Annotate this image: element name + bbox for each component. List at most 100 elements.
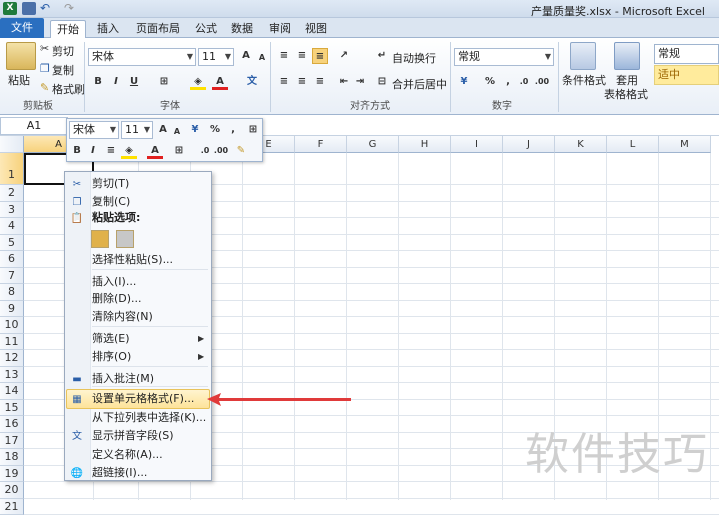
redo-icon[interactable]: ↷ — [64, 1, 74, 15]
align-middle-icon[interactable]: ≡ — [294, 48, 310, 64]
phonetic-icon[interactable]: 文 — [244, 74, 260, 90]
tab-file[interactable]: 文件 — [0, 18, 44, 38]
mini-format-table-icon[interactable]: ⊞ — [245, 122, 261, 138]
select-all-corner[interactable] — [0, 136, 24, 153]
name-box[interactable]: A1 — [0, 117, 68, 135]
mini-comma-icon[interactable]: , — [225, 122, 241, 138]
conditional-format-icon[interactable] — [570, 42, 596, 70]
paste-button[interactable]: 粘贴 — [8, 72, 30, 88]
currency-icon[interactable]: ¥ — [456, 74, 472, 90]
mini-font-combo[interactable]: 宋体▼ — [69, 121, 119, 139]
mini-align-center-icon[interactable]: ≡ — [103, 143, 119, 159]
paste-icon[interactable] — [6, 42, 36, 70]
row-header-17[interactable]: 17 — [0, 433, 24, 450]
percent-icon[interactable]: % — [482, 74, 498, 90]
tab-insert[interactable]: 插入 — [90, 20, 126, 38]
row-header-12[interactable]: 12 — [0, 350, 24, 367]
mini-percent-icon[interactable]: % — [207, 122, 223, 138]
row-header-4[interactable]: 4 — [0, 218, 24, 235]
row-header-5[interactable]: 5 — [0, 235, 24, 252]
decrease-decimal-icon[interactable]: .00 — [534, 74, 550, 90]
format-as-table-label-2[interactable]: 表格格式 — [604, 86, 648, 102]
menu-pick-from-list[interactable]: 从下拉列表中选择(K)... — [92, 409, 206, 427]
column-header-i[interactable]: I — [451, 136, 503, 153]
italic-icon[interactable]: I — [108, 74, 124, 90]
merge-center-icon[interactable]: ⊟ — [374, 74, 390, 90]
merge-center-button[interactable]: 合并后居中 — [392, 76, 447, 92]
row-header-20[interactable]: 20 — [0, 482, 24, 499]
number-format-combo[interactable]: 常规▼ — [454, 48, 554, 66]
copy-icon[interactable]: ❐ — [40, 62, 50, 75]
font-name-combo[interactable]: 宋体▼ — [88, 48, 196, 66]
column-header-l[interactable]: L — [607, 136, 659, 153]
row-header-6[interactable]: 6 — [0, 251, 24, 268]
tab-data[interactable]: 数据 — [224, 20, 260, 38]
column-header-f[interactable]: F — [295, 136, 347, 153]
decrease-indent-icon[interactable]: ⇤ — [336, 74, 352, 90]
mini-decrease-decimal-icon[interactable]: .00 — [213, 143, 229, 159]
copy-button[interactable]: 复制 — [52, 62, 74, 78]
align-bottom-icon[interactable]: ≡ — [312, 48, 328, 64]
menu-format-cells[interactable]: 设置单元格格式(F)... — [92, 390, 194, 408]
mini-font-color-icon[interactable]: A — [147, 143, 163, 159]
increase-indent-icon[interactable]: ⇥ — [352, 74, 368, 90]
style-normal[interactable]: 常规 — [654, 44, 719, 64]
conditional-format-button[interactable]: 条件格式 — [562, 72, 606, 88]
align-left-icon[interactable]: ≡ — [276, 74, 292, 90]
column-header-g[interactable]: G — [347, 136, 399, 153]
wrap-text-button[interactable]: 自动换行 — [392, 50, 436, 66]
tab-view[interactable]: 视图 — [298, 20, 334, 38]
column-header-j[interactable]: J — [503, 136, 555, 153]
menu-sort[interactable]: 排序(O) — [92, 348, 131, 366]
format-as-table-icon[interactable] — [614, 42, 640, 70]
row-header-11[interactable]: 11 — [0, 334, 24, 351]
paste-option-values-icon[interactable] — [116, 230, 134, 248]
row-header-21[interactable]: 21 — [0, 499, 24, 515]
mini-currency-icon[interactable]: ¥ — [187, 122, 203, 138]
border-icon[interactable]: ⊞ — [156, 74, 172, 90]
tab-page-layout[interactable]: 页面布局 — [128, 20, 188, 38]
align-center-icon[interactable]: ≡ — [294, 74, 310, 90]
format-painter-button[interactable]: 格式刷 — [52, 81, 85, 97]
cut-icon[interactable]: ✂ — [40, 42, 49, 55]
tab-review[interactable]: 审阅 — [262, 20, 298, 38]
row-header-15[interactable]: 15 — [0, 400, 24, 417]
undo-icon[interactable]: ↶ — [40, 1, 50, 15]
row-header-10[interactable]: 10 — [0, 317, 24, 334]
fill-color-icon[interactable]: ◈ — [190, 74, 206, 90]
row-header-9[interactable]: 9 — [0, 301, 24, 318]
menu-cut[interactable]: 剪切(T) — [92, 175, 129, 193]
align-right-icon[interactable]: ≡ — [312, 74, 328, 90]
menu-insert[interactable]: 插入(I)... — [92, 273, 136, 291]
row-header-19[interactable]: 19 — [0, 466, 24, 483]
column-header-m[interactable]: M — [659, 136, 711, 153]
menu-define-name[interactable]: 定义名称(A)... — [92, 446, 163, 464]
row-header-8[interactable]: 8 — [0, 284, 24, 301]
comma-icon[interactable]: , — [500, 74, 516, 90]
mini-size-combo[interactable]: 11▼ — [121, 121, 153, 139]
mini-increase-decimal-icon[interactable]: .0 — [197, 143, 213, 159]
menu-paste-special[interactable]: 选择性粘贴(S)... — [92, 251, 173, 269]
row-header-2[interactable]: 2 — [0, 185, 24, 202]
align-top-icon[interactable]: ≡ — [276, 48, 292, 64]
cut-button[interactable]: 剪切 — [52, 43, 74, 59]
row-header-13[interactable]: 13 — [0, 367, 24, 384]
grow-font-icon[interactable]: A — [238, 48, 254, 64]
column-header-k[interactable]: K — [555, 136, 607, 153]
mini-bold-icon[interactable]: B — [69, 143, 85, 159]
tab-formulas[interactable]: 公式 — [188, 20, 224, 38]
tab-home[interactable]: 开始 — [50, 20, 86, 38]
menu-hyperlink[interactable]: 超链接(I)... — [92, 464, 147, 482]
wrap-text-icon[interactable]: ↵ — [374, 48, 390, 64]
increase-decimal-icon[interactable]: .0 — [516, 74, 532, 90]
row-header-14[interactable]: 14 — [0, 383, 24, 400]
mini-shrink-font-icon[interactable]: A — [169, 124, 185, 140]
paste-option-keep-format-icon[interactable] — [91, 230, 109, 248]
menu-delete[interactable]: 删除(D)... — [92, 290, 142, 308]
mini-format-painter-icon[interactable]: ✎ — [233, 143, 249, 159]
orientation-icon[interactable]: ↗ — [336, 48, 352, 64]
save-icon[interactable] — [22, 2, 36, 15]
mini-italic-icon[interactable]: I — [85, 143, 101, 159]
menu-show-phonetic[interactable]: 显示拼音字段(S) — [92, 427, 174, 445]
menu-clear-contents[interactable]: 清除内容(N) — [92, 308, 153, 326]
